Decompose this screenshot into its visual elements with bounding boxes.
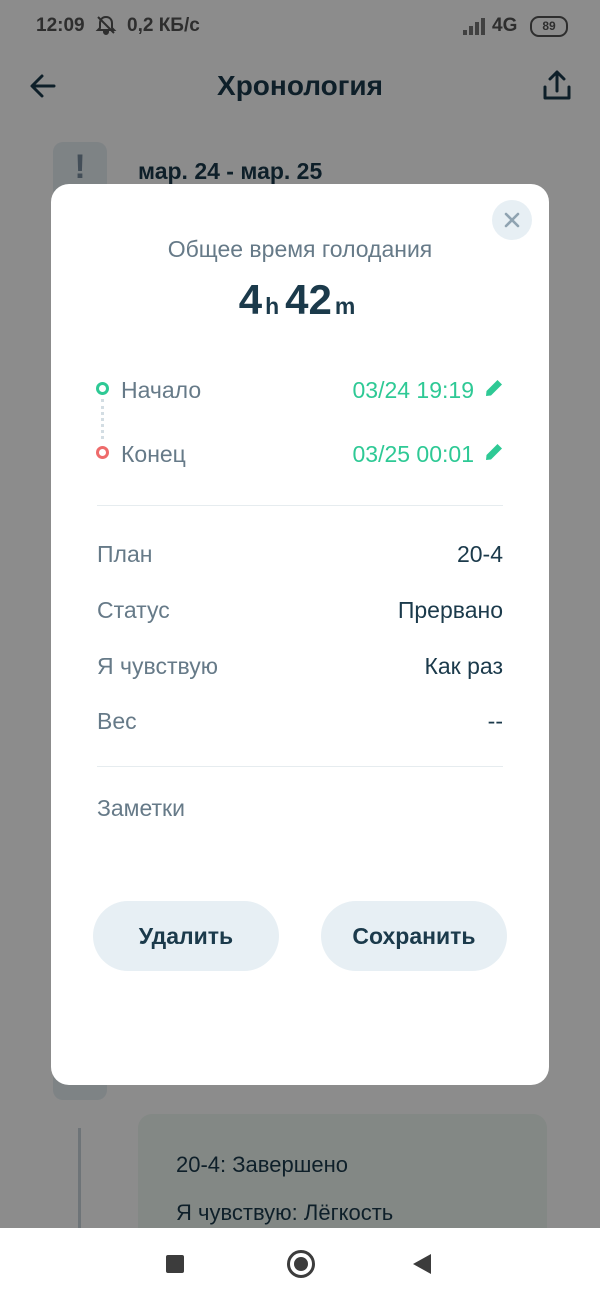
divider	[97, 505, 503, 506]
dialog-title: Общее время голодания	[167, 236, 433, 262]
plan-value: 20-4	[456, 541, 503, 567]
start-time-value[interactable]: 03/24 19:19	[352, 377, 474, 404]
end-label: Конец	[121, 441, 186, 467]
end-dot-icon	[96, 446, 109, 459]
edit-start-pencil-icon[interactable]	[484, 378, 504, 398]
start-end-connector	[101, 399, 104, 439]
close-button[interactable]	[492, 200, 532, 240]
feeling-value[interactable]: Как раз	[424, 653, 503, 680]
fast-details-dialog: Общее время голодания 4 h 42 m Начало 03/24…	[51, 184, 549, 1085]
delete-button[interactable]: Удалить	[93, 901, 279, 971]
divider	[97, 766, 503, 767]
edit-end-pencil-icon[interactable]	[484, 442, 504, 462]
total-fast-duration: 4 h 42 m	[51, 276, 549, 324]
weight-value[interactable]: --	[488, 708, 503, 735]
save-button[interactable]: Сохранить	[321, 901, 507, 971]
duration-minutes-unit: m	[334, 293, 356, 319]
plan-label: План	[97, 541, 153, 567]
duration-minutes: 42	[285, 276, 332, 323]
duration-hours: 4	[238, 276, 263, 323]
start-label: Начало	[121, 377, 202, 403]
weight-label: Вес	[97, 708, 137, 734]
back-triangle-icon[interactable]	[413, 1254, 431, 1274]
home-circle-icon[interactable]	[287, 1250, 315, 1278]
notes-field[interactable]: Заметки	[97, 795, 185, 822]
end-time-value[interactable]: 03/25 00:01	[352, 441, 474, 468]
start-dot-icon	[96, 382, 109, 395]
status-label: Статус	[97, 597, 170, 623]
recents-square-icon[interactable]	[166, 1255, 184, 1273]
system-nav-bar	[0, 1228, 600, 1299]
feeling-label: Я чувствую	[97, 653, 218, 679]
status-value: Прервано	[397, 597, 503, 623]
duration-hours-unit: h	[265, 293, 280, 319]
